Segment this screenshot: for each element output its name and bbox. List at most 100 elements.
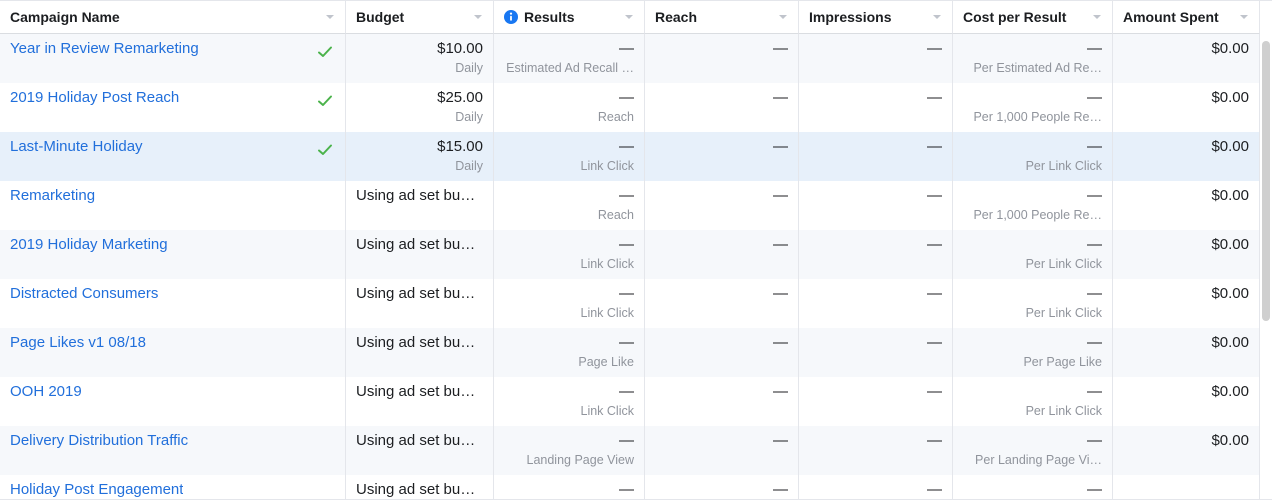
reach-cell: — <box>645 132 799 181</box>
table-row[interactable]: Year in Review Remarketing <box>0 34 346 83</box>
budget-cell: Using ad set bu… <box>346 279 494 328</box>
budget-value: Using ad set bu… <box>356 432 483 450</box>
reach-cell: — <box>645 475 799 500</box>
reach-value: — <box>655 138 788 156</box>
campaign-name-link[interactable]: Last-Minute Holiday <box>10 138 143 155</box>
table-row[interactable]: 2019 Holiday Post Reach <box>0 83 346 132</box>
amount-spent-cell: $0.00 <box>1113 83 1260 132</box>
cpr-value: — <box>963 383 1102 401</box>
status-check-icon <box>315 236 335 240</box>
column-header-reach[interactable]: Reach <box>645 1 799 34</box>
amount-spent-cell: $0.00 <box>1113 34 1260 83</box>
amount-spent-cell: $0.00 <box>1113 181 1260 230</box>
results-value: — <box>504 432 634 450</box>
cost-per-result-cell: —Per Link Click <box>953 279 1113 328</box>
results-subtext: Landing Page View <box>504 452 634 468</box>
results-value: — <box>504 383 634 401</box>
results-value: — <box>504 89 634 107</box>
budget-cell: Using ad set bu… <box>346 181 494 230</box>
sort-icon[interactable] <box>1239 12 1249 22</box>
column-header-label: Reach <box>655 9 697 25</box>
impressions-cell: — <box>799 328 953 377</box>
table-row[interactable]: Delivery Distribution Traffic <box>0 426 346 475</box>
results-subtext: Link Click <box>504 305 634 321</box>
budget-subtext: Daily <box>356 109 483 125</box>
budget-value: Using ad set bu… <box>356 285 483 303</box>
sort-icon[interactable] <box>624 12 634 22</box>
budget-cell: Using ad set bu… <box>346 377 494 426</box>
amount-spent-cell: $0.00 <box>1113 230 1260 279</box>
campaigns-table-wrap: Campaign NameBudgetResults Reach Impressio… <box>0 0 1272 500</box>
reach-cell: — <box>645 34 799 83</box>
results-cell: —Reach <box>494 181 645 230</box>
campaign-name-link[interactable]: 2019 Holiday Marketing <box>10 236 168 253</box>
reach-cell: — <box>645 328 799 377</box>
status-check-icon <box>315 383 335 387</box>
vertical-scrollbar[interactable] <box>1262 41 1270 321</box>
results-subtext: Page Like <box>504 354 634 370</box>
cost-per-result-cell: —Per Page Like <box>953 328 1113 377</box>
status-check-icon <box>315 481 335 485</box>
reach-value: — <box>655 187 788 205</box>
impressions-cell: — <box>799 426 953 475</box>
cpr-value: — <box>963 187 1102 205</box>
budget-value: Using ad set bu… <box>356 334 483 352</box>
impressions-value: — <box>809 334 942 352</box>
column-header-campaign[interactable]: Campaign Name <box>0 1 346 34</box>
sort-icon[interactable] <box>325 12 335 22</box>
table-row[interactable]: OOH 2019 <box>0 377 346 426</box>
impressions-value: — <box>809 432 942 450</box>
amount-spent-cell: $0.00 <box>1113 426 1260 475</box>
column-header-results[interactable]: Results <box>494 1 645 34</box>
campaign-name-link[interactable]: Delivery Distribution Traffic <box>10 432 188 449</box>
cpr-value: — <box>963 236 1102 254</box>
campaign-name-link[interactable]: Page Likes v1 08/18 <box>10 334 146 351</box>
impressions-cell: — <box>799 83 953 132</box>
results-cell: —Link Click <box>494 230 645 279</box>
sort-icon[interactable] <box>778 12 788 22</box>
results-cell: —Reach <box>494 83 645 132</box>
amount-spent-cell: $0.00 <box>1113 328 1260 377</box>
cpr-value: — <box>963 89 1102 107</box>
sort-icon[interactable] <box>1092 12 1102 22</box>
table-row[interactable]: 2019 Holiday Marketing <box>0 230 346 279</box>
cpr-value: — <box>963 432 1102 450</box>
table-row[interactable]: Distracted Consumers <box>0 279 346 328</box>
amount-spent-value: $0.00 <box>1123 236 1249 254</box>
cost-per-result-cell: —Per 1,000 People Re… <box>953 181 1113 230</box>
results-value: — <box>504 285 634 303</box>
budget-cell: $10.00Daily <box>346 34 494 83</box>
reach-value: — <box>655 236 788 254</box>
table-row[interactable]: Last-Minute Holiday <box>0 132 346 181</box>
budget-cell: Using ad set bu… <box>346 328 494 377</box>
campaign-name-link[interactable]: 2019 Holiday Post Reach <box>10 89 179 106</box>
campaign-name-link[interactable]: OOH 2019 <box>10 383 82 400</box>
table-row[interactable]: Page Likes v1 08/18 <box>0 328 346 377</box>
table-row[interactable]: Remarketing <box>0 181 346 230</box>
column-header-budget[interactable]: Budget <box>346 1 494 34</box>
column-header-impressions[interactable]: Impressions <box>799 1 953 34</box>
sort-icon[interactable] <box>473 12 483 22</box>
campaign-name-link[interactable]: Year in Review Remarketing <box>10 40 199 57</box>
sort-icon[interactable] <box>932 12 942 22</box>
table-row[interactable]: Holiday Post Engagement <box>0 475 346 500</box>
results-subtext: Link Click <box>504 158 634 174</box>
status-check-icon <box>315 40 335 60</box>
info-icon[interactable] <box>504 10 518 24</box>
impressions-value: — <box>809 187 942 205</box>
column-header-cpr[interactable]: Cost per Result <box>953 1 1113 34</box>
campaign-name-link[interactable]: Holiday Post Engagement <box>10 481 183 498</box>
results-value: — <box>504 481 634 499</box>
status-check-icon <box>315 89 335 109</box>
campaign-name-link[interactable]: Remarketing <box>10 187 95 204</box>
amount-spent-cell: $0.00 <box>1113 279 1260 328</box>
reach-cell: — <box>645 426 799 475</box>
amount-spent-cell: $0.00 <box>1113 132 1260 181</box>
impressions-value: — <box>809 138 942 156</box>
column-header-spent[interactable]: Amount Spent <box>1113 1 1260 34</box>
budget-value: Using ad set bu… <box>356 481 483 499</box>
campaign-name-link[interactable]: Distracted Consumers <box>10 285 158 302</box>
cpr-value: — <box>963 40 1102 58</box>
budget-cell: $15.00Daily <box>346 132 494 181</box>
impressions-value: — <box>809 481 942 499</box>
